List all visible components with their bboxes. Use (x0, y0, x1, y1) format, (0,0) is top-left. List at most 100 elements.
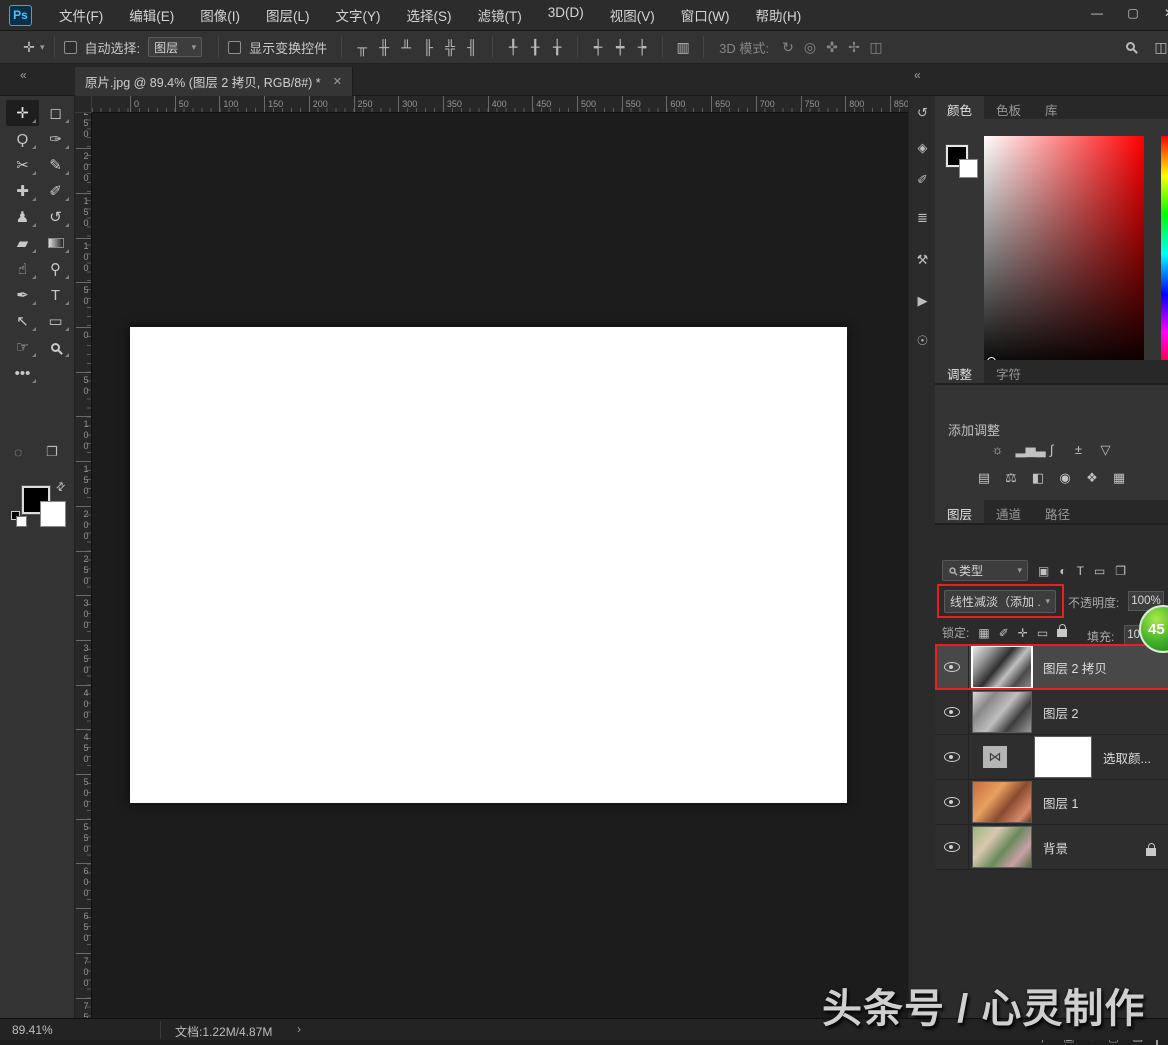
adjust-tab-1[interactable]: 字符 (984, 360, 1033, 383)
eye-icon[interactable] (944, 842, 960, 852)
eye-icon[interactable] (944, 797, 960, 807)
layers-tab-0[interactable]: 图层 (935, 500, 984, 523)
status-options-chevron-icon[interactable]: › (297, 1022, 301, 1036)
distribute-top-icon[interactable]: ╀ (502, 39, 524, 56)
lock-artboard-icon[interactable]: ▭ (1037, 626, 1048, 640)
align-top-edges-icon[interactable]: ╥ (351, 39, 373, 55)
eye-icon[interactable] (944, 752, 960, 762)
menu-item-7[interactable]: 3D(D) (535, 0, 597, 31)
smudge-tool[interactable]: ☝ (6, 256, 39, 282)
align-vertical-centers-icon[interactable]: ╫ (373, 39, 395, 55)
align-bottom-edges-icon[interactable]: ╨ (395, 39, 417, 55)
zoom-level-field[interactable]: 89.41% (12, 1023, 53, 1037)
auto-select-checkbox[interactable] (64, 41, 77, 54)
layer-visibility-cell[interactable] (935, 735, 969, 780)
minimize-button[interactable]: — (1084, 0, 1110, 26)
levels-icon[interactable]: ▂▅▃ (1016, 442, 1034, 458)
layer-visibility-cell[interactable] (935, 690, 969, 735)
filter-smart-objects-icon[interactable]: ❐ (1115, 564, 1126, 578)
menu-item-4[interactable]: 文字(Y) (323, 0, 394, 31)
quick-selection-tool[interactable]: ✑ (39, 126, 72, 152)
layer-thumbnail[interactable] (973, 827, 1031, 867)
menu-item-6[interactable]: 滤镜(T) (465, 0, 535, 31)
distribute-left-icon[interactable]: ┽ (587, 39, 609, 56)
shape-tool[interactable]: ▭ (39, 308, 72, 334)
history-panel-icon[interactable]: ↺ (909, 105, 936, 121)
adjustment-layer-icon[interactable]: ⋈ (983, 746, 1007, 768)
color-balance-icon[interactable]: ⚖ (1002, 470, 1020, 486)
layer-visibility-cell[interactable] (935, 825, 969, 870)
layer-row-3[interactable]: 图层 1 (935, 780, 1168, 825)
layer-thumbnail[interactable] (973, 647, 1031, 687)
layer-row-2[interactable]: ⋈选取颜... (935, 735, 1168, 780)
photo-filter-icon[interactable]: ◉ (1056, 470, 1074, 486)
eraser-tool[interactable]: ▰ (6, 230, 39, 256)
3d-camera-icon[interactable]: ◫ (865, 39, 887, 56)
search-icon[interactable] (1126, 42, 1135, 51)
menu-item-2[interactable]: 图像(I) (187, 0, 253, 31)
hue-strip[interactable] (1161, 136, 1168, 372)
background-color-swatch[interactable] (40, 501, 66, 527)
eyedropper-tool[interactable]: ✎ (39, 152, 72, 178)
3d-roll-icon[interactable]: ◎ (799, 39, 821, 56)
menu-item-0[interactable]: 文件(F) (46, 0, 116, 31)
align-right-edges-icon[interactable]: ╢ (461, 39, 483, 55)
curves-icon[interactable]: ∫ (1043, 442, 1061, 458)
layers-tab-1[interactable]: 通道 (984, 500, 1033, 523)
layer-thumbnail[interactable] (973, 782, 1031, 822)
eye-icon[interactable] (944, 707, 960, 717)
hue-saturation-icon[interactable]: ▤ (975, 470, 993, 486)
move-tool[interactable]: ✛ (6, 100, 39, 126)
menu-item-5[interactable]: 选择(S) (394, 0, 465, 31)
type-tool[interactable]: T (39, 282, 72, 308)
notes-panel-icon[interactable]: ☉ (909, 333, 936, 349)
properties-panel-icon[interactable]: ◈ (909, 140, 936, 156)
distribute-spacing-icon[interactable]: ▥ (672, 39, 694, 56)
show-transform-checkbox[interactable] (228, 41, 241, 54)
layer-row-4[interactable]: 背景 (935, 825, 1168, 870)
menu-item-10[interactable]: 帮助(H) (742, 0, 814, 31)
black-white-icon[interactable]: ◧ (1029, 470, 1047, 486)
path-selection-tool[interactable]: ↖ (6, 308, 39, 334)
close-tab-icon[interactable]: ✕ (333, 75, 342, 88)
healing-brush-tool[interactable]: ✚ (6, 178, 39, 204)
channel-mixer-icon[interactable]: ❖ (1083, 470, 1101, 486)
align-horizontal-centers-icon[interactable]: ╬ (439, 39, 461, 55)
color-tab-2[interactable]: 库 (1033, 96, 1070, 119)
hand-tool[interactable]: ☞ (6, 334, 39, 360)
filter-type-layers-icon[interactable]: T (1077, 564, 1084, 578)
menu-item-1[interactable]: 编辑(E) (116, 0, 187, 31)
pen-tool[interactable]: ✒ (6, 282, 39, 308)
layer-row-1[interactable]: 图层 2 (935, 690, 1168, 735)
blend-mode-dropdown[interactable]: 线性减淡（添加 ... ▾ (944, 590, 1056, 613)
brushes-panel-icon[interactable]: ✐ (909, 172, 936, 188)
lock-transparency-icon[interactable]: ▦ (978, 626, 989, 640)
zoom-tool[interactable] (39, 334, 72, 360)
menu-item-9[interactable]: 窗口(W) (668, 0, 743, 31)
adjust-tab-0[interactable]: 调整 (935, 360, 984, 383)
actions-panel-icon[interactable]: ▶ (909, 293, 936, 309)
color-picker-field[interactable] (984, 136, 1144, 372)
clone-stamp-tool[interactable]: ♟ (6, 204, 39, 230)
distribute-right-icon[interactable]: ┾ (631, 39, 653, 56)
layer-thumbnail[interactable] (973, 692, 1031, 732)
lasso-tool[interactable]: Ϙ (6, 126, 39, 152)
distribute-hcenter-icon[interactable]: ┿ (609, 39, 631, 56)
color-tab-1[interactable]: 色板 (984, 96, 1033, 119)
layer-row-0[interactable]: 图层 2 拷贝 (935, 645, 1168, 690)
history-brush-tool[interactable]: ↺ (39, 204, 72, 230)
filter-shape-layers-icon[interactable]: ▭ (1094, 564, 1105, 578)
tool-preset-caret-icon[interactable]: ▾ (40, 42, 45, 53)
layer-mask-thumbnail[interactable] (1035, 737, 1091, 777)
color-lookup-icon[interactable]: ▦ (1110, 470, 1128, 486)
vibrance-icon[interactable]: ▽ (1097, 442, 1115, 458)
auto-select-dropdown[interactable]: 图层▾ (148, 37, 202, 57)
distribute-bottom-icon[interactable]: ╁ (546, 39, 568, 56)
layer-visibility-cell[interactable] (935, 645, 969, 690)
edit-toolbar-button[interactable]: ••• (6, 360, 39, 386)
lock-position-icon[interactable]: ✛ (1018, 626, 1028, 640)
lock-paint-icon[interactable]: ✐ (999, 626, 1009, 640)
maximize-button[interactable]: ▢ (1120, 0, 1146, 26)
exposure-icon[interactable]: ± (1070, 442, 1088, 458)
distribute-vcenter-icon[interactable]: ╂ (524, 39, 546, 56)
